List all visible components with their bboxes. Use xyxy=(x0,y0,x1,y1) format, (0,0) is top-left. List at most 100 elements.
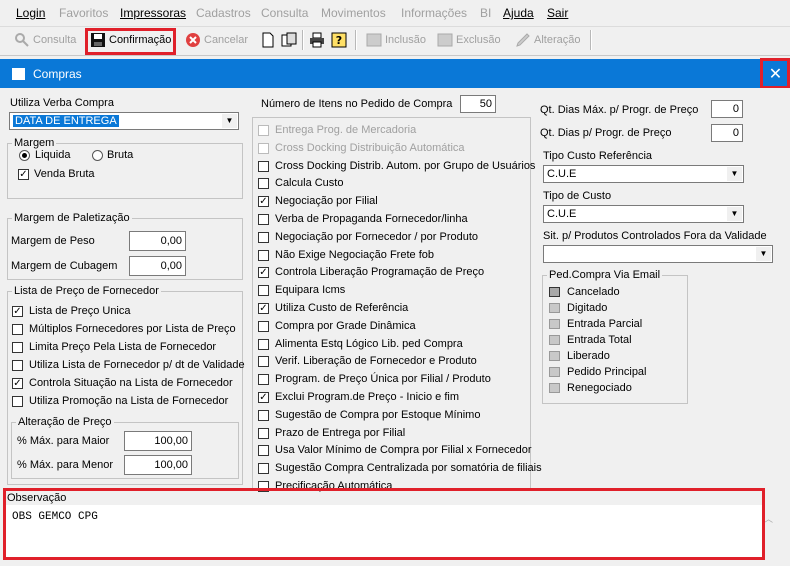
menu-favoritos[interactable]: Favoritos xyxy=(59,6,108,20)
email-status-button[interactable] xyxy=(549,319,560,329)
scroll-up-icon[interactable]: ︿ xyxy=(764,512,774,524)
lista-item-label: Limita Preço Pela Lista de Fornecedor xyxy=(29,341,217,353)
lista-item-checkbox[interactable] xyxy=(12,342,23,353)
chevron-down-icon: ▼ xyxy=(756,247,771,261)
option-checkbox[interactable]: ✓ xyxy=(258,392,269,403)
option-checkbox[interactable] xyxy=(258,338,269,350)
option-checkbox[interactable] xyxy=(258,445,269,457)
radio-bruta[interactable] xyxy=(92,150,103,161)
option-checkbox[interactable] xyxy=(258,320,269,332)
lista-item-label: Controla Situação na Lista de Fornecedor xyxy=(29,377,233,389)
print-button[interactable] xyxy=(309,29,325,51)
option-checkbox[interactable]: ✓ xyxy=(258,196,269,208)
email-status-button[interactable] xyxy=(549,351,560,361)
tipo-custo-select[interactable]: C.U.E ▼ xyxy=(543,205,744,223)
option-checkbox[interactable] xyxy=(258,409,269,421)
dias-input[interactable]: 0 xyxy=(711,124,743,142)
document-icon xyxy=(262,32,274,48)
cancelar-button[interactable]: Cancelar xyxy=(185,29,248,51)
copy-button[interactable] xyxy=(281,29,297,51)
option-label: Não Exige Negociação Frete fob xyxy=(275,248,434,261)
option-label: Exclui Program.de Preço - Inicio e fim xyxy=(275,391,460,403)
option-label: Cross Docking Distribuição Automática xyxy=(275,141,465,154)
help-button[interactable]: ? xyxy=(331,29,347,51)
itens-input[interactable]: 50 xyxy=(460,95,496,113)
option-checkbox[interactable] xyxy=(258,427,269,439)
close-highlight-box xyxy=(760,58,790,89)
option-checkbox[interactable]: ✓ xyxy=(258,303,269,314)
tipo-ref-value: C.U.E xyxy=(547,168,577,180)
menu-bi[interactable]: BI xyxy=(480,6,491,20)
option-checkbox[interactable] xyxy=(258,142,269,154)
alteracao-preco-title: Alteração de Preço xyxy=(16,416,114,428)
paletizacao-title: Margem de Paletização xyxy=(12,212,132,224)
liquida-label: Liquida xyxy=(35,149,71,161)
verba-select[interactable]: DATA DE ENTREGA ▼ xyxy=(9,112,239,130)
max-menor-input[interactable]: 100,00 xyxy=(124,455,192,475)
option-checkbox[interactable]: ✓ xyxy=(258,267,269,279)
email-status-label: Renegociado xyxy=(567,382,632,394)
option-label: Sugestão Compra Centralizada por somatór… xyxy=(275,462,542,475)
lista-item-checkbox[interactable] xyxy=(12,360,23,371)
menu-sair[interactable]: Sair xyxy=(547,6,568,20)
verba-label: Utiliza Verba Compra xyxy=(10,97,114,109)
option-label: Negociação por Fornecedor / por Produto xyxy=(275,230,479,243)
option-checkbox[interactable] xyxy=(258,231,269,243)
new-document-button[interactable] xyxy=(260,29,276,51)
cancel-icon xyxy=(186,33,200,47)
exclusao-button[interactable]: Exclusão xyxy=(437,29,501,51)
menu-movimentos[interactable]: Movimentos xyxy=(321,6,386,20)
consulta-button[interactable]: Consulta xyxy=(14,29,76,51)
consulta-label: Consulta xyxy=(33,34,77,46)
email-status-label: Digitado xyxy=(567,302,608,314)
email-status-button[interactable] xyxy=(549,303,560,313)
printer-icon xyxy=(310,32,324,48)
lista-item-checkbox[interactable]: ✓ xyxy=(12,378,23,389)
lista-item-label: Utiliza Promoção na Lista de Fornecedor xyxy=(29,395,229,407)
consulta-icon xyxy=(15,33,29,47)
email-status-button[interactable] xyxy=(549,287,560,297)
tipo-ref-select[interactable]: C.U.E ▼ xyxy=(543,165,744,183)
margem-peso-input[interactable]: 0,00 xyxy=(129,231,186,251)
option-checkbox[interactable] xyxy=(258,285,269,297)
menu-ajuda[interactable]: Ajuda xyxy=(503,6,534,20)
lista-item-checkbox[interactable] xyxy=(12,396,23,407)
lista-item-checkbox[interactable] xyxy=(12,324,23,335)
venda-bruta-checkbox[interactable]: ✓ xyxy=(18,169,29,180)
email-status-label: Pedido Principal xyxy=(567,366,647,378)
inclusao-button[interactable]: Inclusão xyxy=(366,29,426,51)
option-label: Sugestão de Compra por Estoque Mínimo xyxy=(275,408,481,421)
dias-max-input[interactable]: 0 xyxy=(711,100,743,118)
sit-select[interactable]: ▼ xyxy=(543,245,773,263)
option-checkbox[interactable] xyxy=(258,125,269,136)
chevron-down-icon: ▼ xyxy=(727,207,742,221)
option-checkbox[interactable] xyxy=(258,356,269,368)
option-checkbox[interactable] xyxy=(258,374,269,386)
lista-item-checkbox[interactable]: ✓ xyxy=(12,306,23,317)
menu-cadastros[interactable]: Cadastros xyxy=(196,6,251,20)
email-status-button[interactable] xyxy=(549,367,560,377)
option-label: Program. de Preço Única por Filial / Pro… xyxy=(275,373,491,386)
margem-cubagem-input[interactable]: 0,00 xyxy=(129,256,186,276)
option-label: Calcula Custo xyxy=(275,177,344,190)
alteracao-label: Alteração xyxy=(534,34,581,46)
option-checkbox[interactable] xyxy=(258,214,269,225)
venda-bruta-label: Venda Bruta xyxy=(34,168,95,180)
option-label: Compra por Grade Dinâmica xyxy=(275,319,416,332)
email-status-button[interactable] xyxy=(549,335,560,345)
alteracao-icon xyxy=(516,33,530,47)
menu-impressoras[interactable]: Impressoras xyxy=(120,6,186,20)
option-label: Verba de Propaganda Fornecedor/linha xyxy=(275,213,468,225)
option-checkbox[interactable] xyxy=(258,160,269,172)
option-checkbox[interactable] xyxy=(258,249,269,261)
menu-consulta[interactable]: Consulta xyxy=(261,6,308,20)
menu-informacoes[interactable]: Informações xyxy=(401,6,467,20)
alteracao-button[interactable]: Alteração xyxy=(515,29,580,51)
radio-liquida[interactable] xyxy=(19,150,30,161)
option-checkbox[interactable] xyxy=(258,463,269,475)
option-checkbox[interactable] xyxy=(258,178,269,190)
menu-login[interactable]: Login xyxy=(16,6,45,20)
email-status-button[interactable] xyxy=(549,383,560,393)
max-maior-input[interactable]: 100,00 xyxy=(124,431,192,451)
window-title: Compras xyxy=(33,67,82,81)
